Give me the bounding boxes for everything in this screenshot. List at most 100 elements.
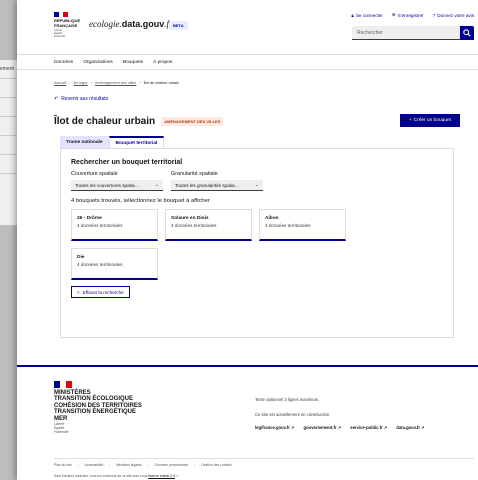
feedback-link[interactable]: ? Donnez votre avis [433,12,474,18]
ministry-line: MER [54,415,68,422]
link-label: data.gouv.fr [396,425,420,430]
breadcrumb-home[interactable]: Accueil [54,81,66,85]
filters: Couverture spatiale Toutes les couvertur… [71,171,443,191]
header-tools: 🔒︎ Se connecter ⊕ S'enregistrer ? Donnez… [351,12,474,18]
external-link-icon: ↗ [337,425,342,430]
footer-link-legifrance[interactable]: legifrance.gouv.fr ↗ [255,425,295,430]
lock-icon: 🔒︎ [351,12,354,18]
card-count: 4 données territoriales [265,223,311,228]
return-arrow-icon: ↶ [54,96,59,102]
chevron-down-icon: ⌄ [155,182,159,187]
results-count: 4 bouquets trouvés, sélectionnez le bouq… [71,198,210,204]
bouquet-card[interactable]: Aibon 4 données territoriales [259,209,346,241]
background-text-fragment: ement [0,66,14,72]
footer-accessibilite[interactable]: Accessibilité [85,463,104,467]
footer-description: Texte optionnel 3 lignes maximum. [255,397,320,402]
footer-donnees-personnelles[interactable]: Données personnelles [155,463,189,467]
link-label: gouvernement.fr [303,425,337,430]
footer-mentions-legales[interactable]: Mentions légales [116,463,141,467]
clear-search-label: Effacer la recherche [82,289,124,295]
footer-link-data-gouv[interactable]: data.gouv.fr ↗ [396,425,424,430]
granularite-select[interactable]: Toutes les granularités spatia… ⌄ [171,180,263,191]
license-text: Sauf mention contraire, tous les contenu… [54,474,148,478]
tab-list: Trame nationale Bouquet territorial [60,136,474,148]
create-bouquet-button[interactable]: + Créer un bouquet [399,114,460,127]
breadcrumb-chevron-icon: › [69,81,71,85]
card-name: Solaure en Diois [171,216,209,221]
card-name: Aibon [265,216,279,221]
footer-gestion-cookies[interactable]: Gestion des cookies [201,463,232,467]
license-link[interactable]: licence etalab-2.0 [148,474,175,478]
filter-granularite-label: Granularité spatiale [171,171,218,177]
feedback-label: Donnez votre avis [437,12,474,18]
breadcrumb-current: Îlot de chaleur urbain [143,81,180,85]
back-label: Revenir aux résultats [61,96,109,102]
couverture-select[interactable]: Toutes les couvertures spatia… ⌄ [71,180,163,191]
brand-bold: data.gouv [121,19,165,29]
external-link-icon: ↗ [383,425,388,430]
card-count: 4 données territoriales [171,223,217,228]
separator: | [109,463,111,467]
nav-donnees[interactable]: Données [54,60,73,65]
footer-plan-du-site[interactable]: Plan du site [54,463,72,467]
bouquet-card[interactable]: 26 - Drôme 4 données territoriales [71,209,158,241]
motto-fraternite: Fraternité [54,429,69,434]
register-label: S'enregistrer [397,12,424,18]
beta-badge: BETA [169,21,188,30]
bouquet-cards: 26 - Drôme 4 données territoriales Solau… [71,209,443,280]
search-icon [463,29,471,37]
bouquet-card[interactable]: Solaure en Diois 4 données territoriales [165,209,252,241]
tab-bouquet-territorial[interactable]: Bouquet territorial [108,136,165,148]
main-nav: Données Organizations Bouquets À propos [17,55,478,70]
search-input[interactable]: Rechercher [352,26,460,40]
bouquet-card[interactable]: Die 4 données territoriales [71,248,158,280]
plus-icon: + [408,118,412,123]
granularite-value: Toutes les granularités spatia… [175,182,240,188]
motto-fraternite: Fraternité [54,35,66,39]
breadcrumb-chevron-icon: › [139,81,141,85]
filter-couverture: Couverture spatiale Toutes les couvertur… [71,171,163,191]
site-header: RÉPUBLIQUE FRANÇAISE Liberté Égalité Fra… [17,0,478,55]
external-link-icon: ↗ [175,474,179,478]
ministry-line: TRANSITION ÉNERGÉTIQUE [54,409,137,416]
breadcrumb: Accueil › Se loger › Aménagement des vil… [54,81,474,85]
external-link-icon: ↗ [291,425,295,430]
breadcrumb-amenagement[interactable]: Aménagement des villes [95,81,136,85]
flag-icon [54,381,72,388]
filter-granularite: Granularité spatiale Toutes les granular… [171,171,263,191]
filter-couverture-label: Couverture spatiale [71,171,118,177]
external-link-icon: ↗ [421,425,425,430]
panel-heading: Rechercher un bouquet territorial [71,159,183,166]
nav-organizations[interactable]: Organizations [83,60,113,65]
back-link[interactable]: ↶ Revenir aux résultats [54,96,474,102]
title-row: Îlot de chaleur urbain AMÉNAGEMENT DES V… [54,114,474,128]
user-add-icon: ⊕ [391,12,396,17]
nav-bouquets[interactable]: Bouquets [123,60,143,65]
login-link[interactable]: 🔒︎ Se connecter [351,12,383,18]
question-icon: ? [432,12,436,18]
browser-page: RÉPUBLIQUE FRANÇAISE Liberté Égalité Fra… [17,0,478,480]
card-name: 26 - Drôme [77,216,102,221]
republic-logo[interactable]: RÉPUBLIQUE FRANÇAISE Liberté Égalité Fra… [54,12,80,38]
login-label: Se connecter [355,12,383,18]
link-label: service-public.fr [350,425,383,430]
create-bouquet-label: Créer un bouquet [413,118,451,123]
site-brand[interactable]: ecologie.data.gouv.fr [89,19,173,29]
nav-a-propos[interactable]: À propos [153,60,172,65]
page-title: Îlot de chaleur urbain [54,115,156,127]
ministry-logo[interactable]: MINISTÈRES TRANSITION ÉCOLOGIQUE COHÉSIO… [54,381,142,434]
register-link[interactable]: ⊕ S'enregistrer [392,12,424,18]
breadcrumb-se-loger[interactable]: Se loger [74,81,88,85]
link-label: legifrance.gouv.fr [255,425,290,430]
republic-line-2: FRANÇAISE [54,22,78,28]
tab-trame-nationale[interactable]: Trame nationale [60,136,109,148]
footer-link-service-public[interactable]: service-public.fr ↗ [350,425,387,430]
card-count: 4 données territoriales [77,262,123,267]
footer-link-gouvernement[interactable]: gouvernement.fr ↗ [304,425,342,430]
breadcrumb-chevron-icon: › [90,81,92,85]
footer-bottom-links: Plan du site | Accessibilité | Mentions … [54,458,474,467]
search-button[interactable] [460,26,474,40]
tab-panel: Rechercher un bouquet territorial Couver… [60,148,454,338]
clear-search-button[interactable]: × Effacer la recherche [71,286,130,298]
couverture-value: Toutes les couvertures spatia… [75,182,140,188]
